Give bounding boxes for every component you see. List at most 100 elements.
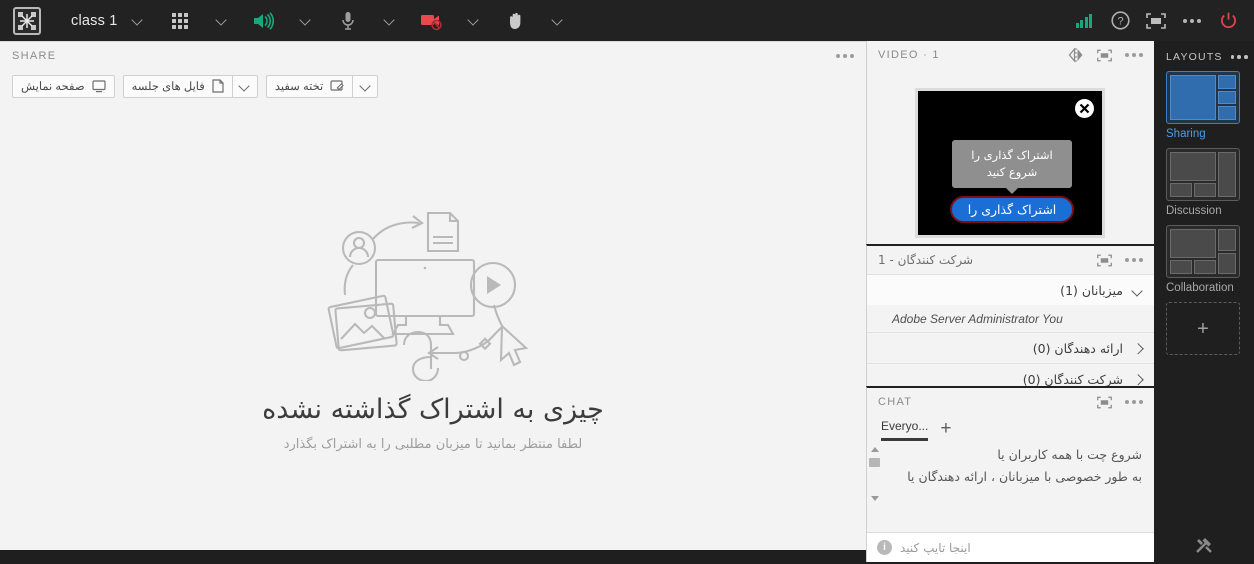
fullscreen-icon[interactable] <box>1096 254 1112 267</box>
pods-menu-caret[interactable] <box>202 0 242 41</box>
adobe-connect-logo-icon[interactable] <box>13 6 41 35</box>
add-layout-button[interactable]: + <box>1166 302 1240 355</box>
svg-text:?: ? <box>1117 16 1123 28</box>
mirror-flip-icon[interactable] <box>1068 48 1084 62</box>
raise-hand-button[interactable] <box>494 0 538 41</box>
share-empty-state: چیزی به اشتراک گذاشته نشده لطفا منتظر بم… <box>0 103 866 550</box>
chat-pod-more-icon[interactable] <box>1124 400 1143 404</box>
raise-hand-menu-caret[interactable] <box>538 0 578 41</box>
raise-hand-icon <box>509 12 520 30</box>
layout-label: Sharing <box>1166 128 1206 140</box>
attendee-group-label: ارائه دهندگان (0) <box>1032 340 1123 356</box>
chevron-right-icon <box>1132 343 1143 354</box>
adobe-connect-meeting-window: class 1 ? SHARE صفحه نمایش فایل های جلسه… <box>0 0 1254 564</box>
scroll-down-arrow-icon[interactable] <box>871 496 879 501</box>
attendee-group-presenters[interactable]: ارائه دهندگان (0) <box>867 332 1154 363</box>
fullscreen-button[interactable] <box>1138 0 1174 41</box>
share-screen-button-group[interactable]: صفحه نمایش <box>12 74 115 98</box>
speaker-button[interactable] <box>242 0 286 41</box>
layout-thumbnail-discussion <box>1166 148 1240 201</box>
share-whiteboard-button-group[interactable]: تخته سفید <box>265 74 379 98</box>
video-close-button[interactable] <box>1075 99 1094 118</box>
share-documents-button[interactable]: فایل های جلسه <box>122 74 232 98</box>
chat-tab-everyone[interactable]: Everyo... <box>881 419 929 441</box>
attendees-pod-more-icon[interactable] <box>1124 258 1143 262</box>
layout-item-sharing[interactable]: Sharing <box>1166 71 1240 140</box>
share-whiteboard-button[interactable]: تخته سفید <box>265 74 353 98</box>
layouts-tools-button[interactable] <box>1154 534 1254 556</box>
share-whiteboard-label: تخته سفید <box>274 81 324 93</box>
chat-hint-line-2: به طور خصوصی با میزبانان ، ارائه دهندگان… <box>907 468 1142 484</box>
chat-pod-header: CHAT <box>867 388 1154 416</box>
layout-item-discussion[interactable]: Discussion <box>1166 148 1240 217</box>
connection-status-button[interactable] <box>1066 0 1102 41</box>
attendees-pod-header: شرکت کنندگان - 1 <box>867 246 1154 274</box>
chat-scrollbar[interactable] <box>869 446 880 502</box>
video-count: 1 <box>932 49 940 61</box>
layout-thumbnail-collaboration <box>1166 225 1240 278</box>
share-pod-more-icon[interactable] <box>835 53 854 58</box>
right-pod-column: VIDEO · 1 اشتراک گذاری را شروع کنید اشتر… <box>866 41 1155 564</box>
video-stage: اشتراک گذاری را شروع کنید اشتراک گذاری ر… <box>915 88 1105 238</box>
share-placeholder-illustration <box>318 201 548 386</box>
camera-menu-caret[interactable] <box>454 0 494 41</box>
apps-grid-icon <box>171 12 188 29</box>
chat-message-area: شروع چت با همه کاربران یا به طور خصوصی ب… <box>867 444 1154 502</box>
help-question-icon: ? <box>1110 11 1130 30</box>
chevron-down-icon <box>216 15 227 26</box>
scrollbar-thumb[interactable] <box>869 458 880 467</box>
chevron-down-icon <box>239 81 250 92</box>
fullscreen-icon[interactable] <box>1096 49 1112 62</box>
video-pod-header: VIDEO · 1 <box>867 41 1154 69</box>
layouts-more-icon[interactable] <box>1230 55 1248 59</box>
attendees-pod: شرکت کنندگان - 1 میزبانان (1) Adobe Serv… <box>866 244 1154 387</box>
chat-input-row[interactable]: اینجا تایپ کنید i <box>867 532 1155 562</box>
microphone-menu-caret[interactable] <box>370 0 410 41</box>
layout-item-collaboration[interactable]: Collaboration <box>1166 225 1240 294</box>
attendees-pod-title: شرکت کنندگان - 1 <box>878 253 974 267</box>
pods-grid-button[interactable] <box>158 0 202 41</box>
share-empty-heading: چیزی به اشتراک گذاشته نشده <box>262 394 604 425</box>
share-documents-button-group[interactable]: فایل های جلسه <box>122 74 258 98</box>
fullscreen-icon[interactable] <box>1096 396 1112 409</box>
start-sharing-button[interactable]: اشتراک گذاری را <box>950 196 1074 223</box>
share-documents-caret[interactable] <box>231 74 258 98</box>
share-pod-header: SHARE <box>0 42 866 69</box>
share-pod-bottom-strip <box>0 550 866 564</box>
camera-disabled-icon <box>420 14 442 30</box>
share-pod: SHARE صفحه نمایش فایل های جلسه تخته سفید… <box>0 41 866 564</box>
video-pod-title: VIDEO · 1 <box>878 49 940 61</box>
share-documents-label: فایل های جلسه <box>131 81 205 93</box>
attendee-group-hosts[interactable]: میزبانان (1) <box>867 274 1154 305</box>
chevron-down-icon <box>1132 285 1143 296</box>
plus-icon[interactable]: + <box>940 419 951 441</box>
scroll-up-arrow-icon[interactable] <box>871 447 879 452</box>
end-session-button[interactable] <box>1210 0 1246 41</box>
share-screen-label: صفحه نمایش <box>21 81 85 93</box>
layout-label: Collaboration <box>1166 282 1234 294</box>
share-toolbar: صفحه نمایش فایل های جلسه تخته سفید <box>0 69 866 103</box>
video-title-separator: · <box>923 49 929 61</box>
speaker-menu-caret[interactable] <box>286 0 326 41</box>
chevron-down-icon <box>360 81 371 92</box>
video-pod-more-icon[interactable] <box>1124 53 1143 57</box>
meeting-menu-caret[interactable] <box>118 0 158 41</box>
help-button[interactable]: ? <box>1102 0 1138 41</box>
share-whiteboard-caret[interactable] <box>352 74 379 98</box>
share-screen-button[interactable]: صفحه نمایش <box>12 74 115 98</box>
whiteboard-icon <box>330 79 345 91</box>
layout-label: Discussion <box>1166 205 1222 217</box>
document-icon <box>212 79 224 93</box>
info-icon[interactable]: i <box>877 540 892 555</box>
attendee-list-item[interactable]: Adobe Server Administrator You <box>867 305 1154 332</box>
microphone-button[interactable] <box>326 0 370 41</box>
chevron-down-icon <box>384 15 395 26</box>
chevron-right-icon <box>1132 374 1143 385</box>
layout-thumbnail-sharing <box>1166 71 1240 124</box>
more-options-button[interactable] <box>1174 0 1210 41</box>
chevron-down-icon <box>132 15 143 26</box>
camera-button[interactable] <box>410 0 454 41</box>
top-toolbar: class 1 ? <box>0 0 1254 41</box>
start-sharing-tooltip: اشتراک گذاری را شروع کنید <box>952 140 1072 195</box>
tools-hammer-icon <box>1196 538 1212 553</box>
